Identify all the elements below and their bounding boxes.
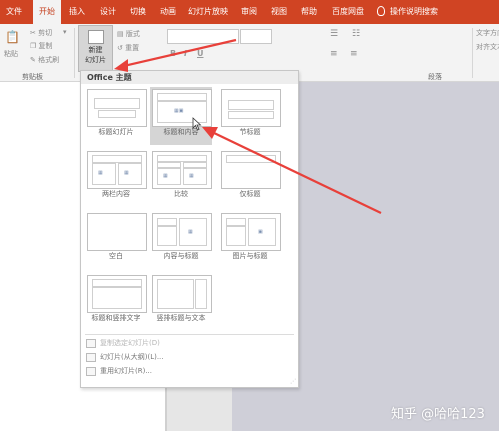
- annotation-arrow: [123, 38, 237, 68]
- annotation-arrow: [211, 131, 382, 214]
- annotation-arrows: [114, 38, 382, 214]
- arrowhead-icon: [114, 59, 128, 72]
- watermark: 知乎 @哈哈123: [391, 407, 485, 422]
